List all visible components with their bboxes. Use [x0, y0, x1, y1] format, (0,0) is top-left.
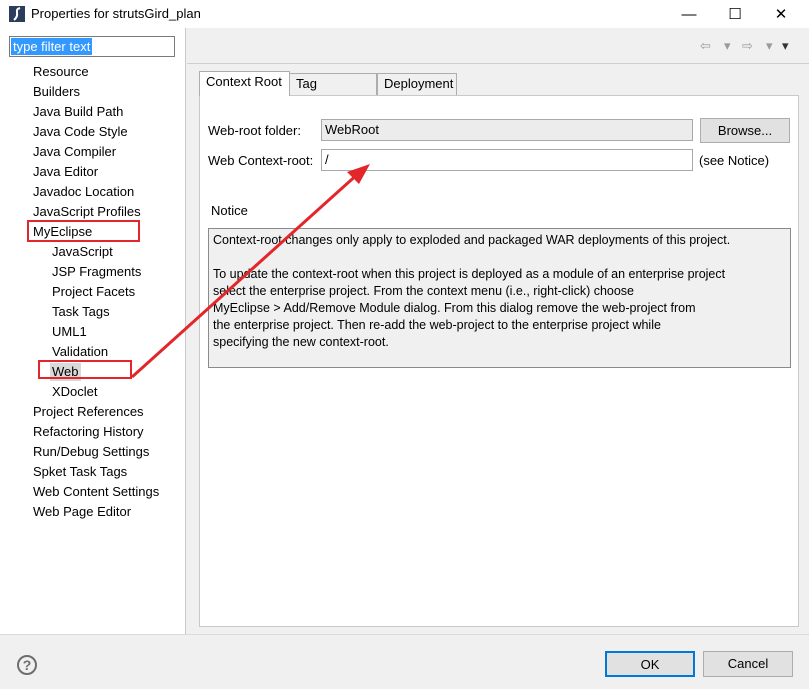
forward-arrow-icon[interactable]: ⇨ — [742, 38, 753, 54]
tree-item-spket-task-tags[interactable]: Spket Task Tags — [33, 463, 127, 481]
tree-item-xdoclet[interactable]: XDoclet — [52, 383, 98, 401]
notice-text-box: Context-root changes only apply to explo… — [208, 228, 791, 368]
help-icon[interactable]: ? — [17, 655, 37, 675]
minimize-button[interactable]: — — [666, 0, 712, 28]
page-navigation: ⇦ ▾ ⇨ ▾ ▾ — [700, 38, 800, 56]
tree-item-javadoc-location[interactable]: Javadoc Location — [33, 183, 134, 201]
tree-item-project-references[interactable]: Project References — [33, 403, 144, 421]
tab-context-root[interactable]: Context Root — [199, 71, 290, 96]
tree-item-javascript[interactable]: JavaScript — [52, 243, 113, 261]
notice-heading: Notice — [211, 203, 248, 218]
tree-item-java-code-style[interactable]: Java Code Style — [33, 123, 128, 141]
web-root-folder-field: WebRoot — [321, 119, 693, 141]
back-arrow-icon[interactable]: ⇦ — [700, 38, 711, 54]
ok-button[interactable]: OK — [605, 651, 695, 677]
annotation-box-web — [38, 360, 132, 379]
maximize-button[interactable]: ☐ — [712, 0, 758, 28]
browse-button[interactable]: Browse... — [700, 118, 790, 143]
filter-input-text: type filter text — [11, 38, 93, 55]
tree-item-java-editor[interactable]: Java Editor — [33, 163, 98, 181]
annotation-box-myeclipse — [27, 220, 140, 242]
close-button[interactable]: ✕ — [758, 0, 804, 28]
web-context-root-label: Web Context-root: — [208, 153, 314, 168]
tree-item-validation[interactable]: Validation — [52, 343, 108, 361]
web-context-root-input[interactable]: / — [321, 149, 693, 171]
title-bar: Properties for strutsGird_plan — ☐ ✕ — [0, 0, 809, 28]
notice-paragraph-1: Context-root changes only apply to explo… — [213, 233, 731, 247]
web-root-folder-label: Web-root folder: — [208, 123, 301, 138]
forward-menu-chevron-icon[interactable]: ▾ — [766, 38, 773, 54]
cancel-button[interactable]: Cancel — [703, 651, 793, 677]
tree-item-run-debug-settings[interactable]: Run/Debug Settings — [33, 443, 149, 461]
filter-input[interactable]: type filter text — [9, 36, 175, 57]
tree-item-project-facets[interactable]: Project Facets — [52, 283, 135, 301]
see-notice-label: (see Notice) — [699, 153, 770, 168]
tree-item-resource[interactable]: Resource — [33, 63, 89, 81]
tree-item-builders[interactable]: Builders — [33, 83, 80, 101]
tab-tag-libraries[interactable]: Tag Libraries — [289, 73, 377, 111]
tree-item-refactoring-history[interactable]: Refactoring History — [33, 423, 144, 441]
notice-paragraph-2: To update the context-root when this pro… — [213, 267, 726, 349]
tree-item-web-content-settings[interactable]: Web Content Settings — [33, 483, 159, 501]
window-title: Properties for strutsGird_plan — [31, 6, 201, 21]
tree-item-javascript-profiles[interactable]: JavaScript Profiles — [33, 203, 141, 221]
back-menu-chevron-icon[interactable]: ▾ — [724, 38, 731, 54]
myeclipse-app-icon — [9, 6, 25, 22]
tree-item-uml1[interactable]: UML1 — [52, 323, 87, 341]
view-menu-chevron-icon[interactable]: ▾ — [782, 38, 789, 54]
tree-item-java-compiler[interactable]: Java Compiler — [33, 143, 116, 161]
tree-item-java-build-path[interactable]: Java Build Path — [33, 103, 123, 121]
tab-deployment[interactable]: Deployment — [377, 73, 457, 95]
tree-item-jsp-fragments[interactable]: JSP Fragments — [52, 263, 141, 281]
tree-item-web-page-editor[interactable]: Web Page Editor — [33, 503, 131, 521]
tree-item-task-tags[interactable]: Task Tags — [52, 303, 110, 321]
header-divider — [187, 63, 809, 64]
